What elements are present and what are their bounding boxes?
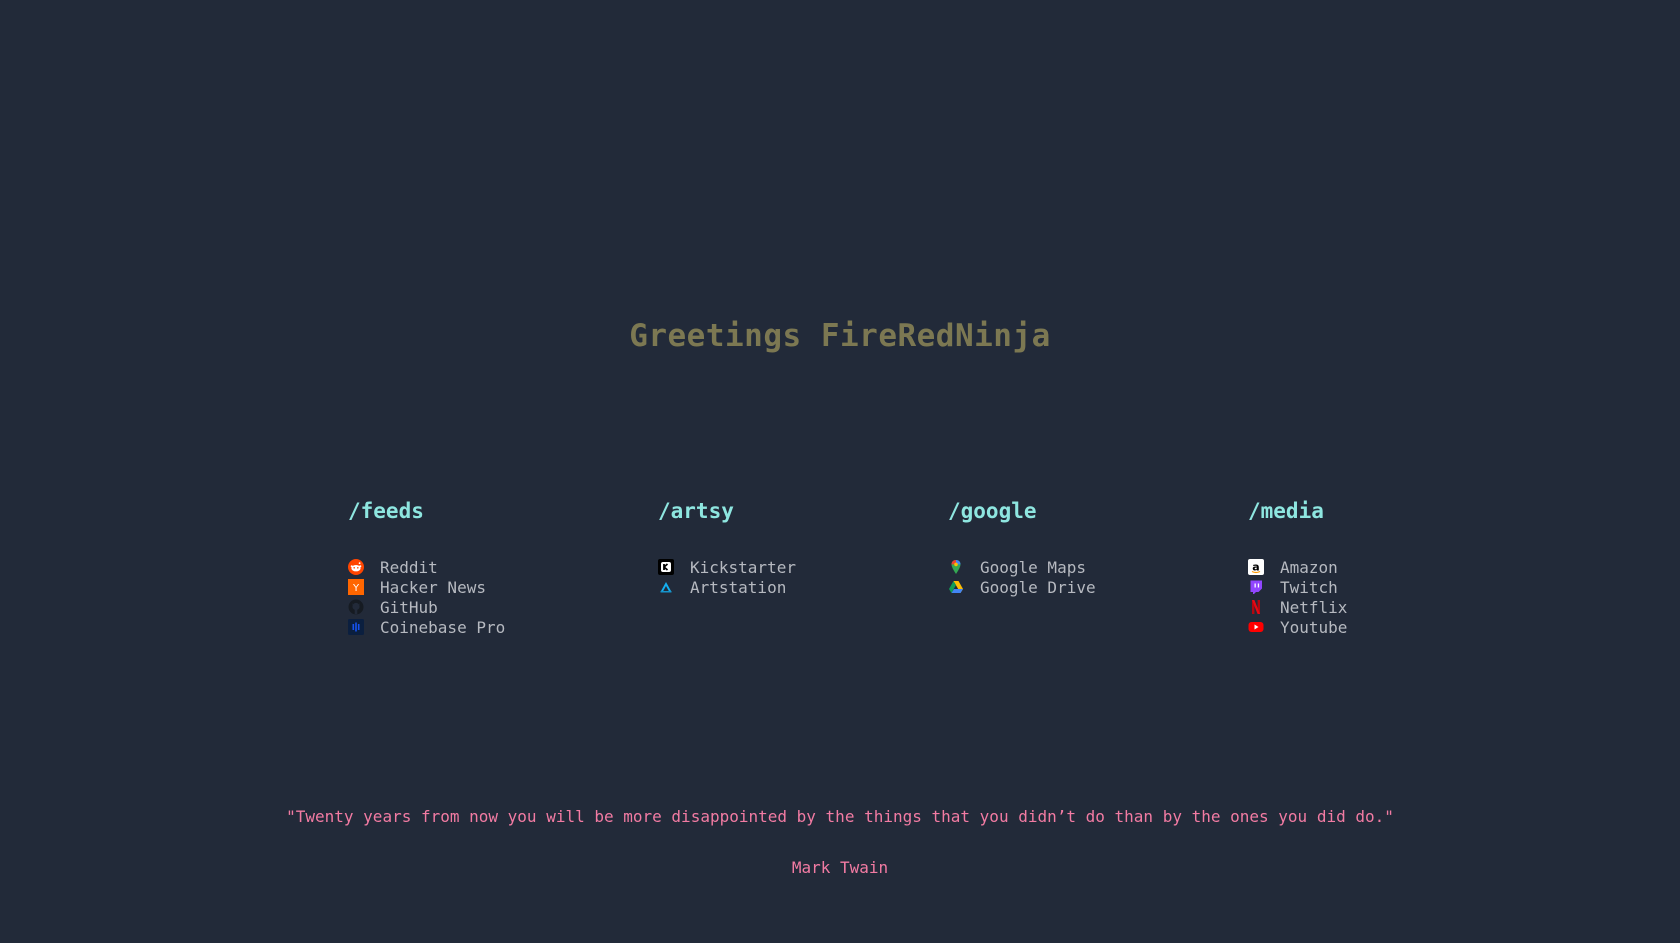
link-label-kickstarter: Kickstarter [690, 557, 796, 577]
link-label-youtube: Youtube [1280, 617, 1348, 637]
link-list-feeds: Reddit Y Hacker News GitHub Coinebase Pr… [348, 557, 505, 637]
youtube-icon [1248, 619, 1264, 635]
link-youtube[interactable]: Youtube [1248, 617, 1347, 637]
amazon-icon: a [1248, 559, 1264, 575]
quote-text: "Twenty years from now you will be more … [286, 807, 1394, 826]
quote-author: Mark Twain [791, 858, 889, 877]
column-google: /google Google Maps Google Drive [948, 496, 1096, 597]
artstation-icon [658, 579, 674, 595]
netflix-icon [1248, 599, 1264, 615]
link-label-netflix: Netflix [1280, 597, 1348, 617]
link-hacker-news[interactable]: Y Hacker News [348, 577, 505, 597]
coinbase-pro-icon [348, 619, 364, 635]
link-label-hacker-news: Hacker News [380, 577, 486, 597]
link-artstation[interactable]: Artstation [658, 577, 796, 597]
greeting-title: Greetings FireRedNinja [629, 318, 1051, 354]
google-maps-icon [948, 559, 964, 575]
link-list-google: Google Maps Google Drive [948, 557, 1096, 597]
hacker-news-icon: Y [348, 579, 364, 595]
twitch-icon [1248, 579, 1264, 595]
column-feeds: /feeds Reddit Y Hacker News GitHub Coine… [348, 496, 505, 637]
svg-text:Y: Y [352, 583, 360, 594]
link-reddit[interactable]: Reddit [348, 557, 505, 577]
column-media: /media a Amazon Twitch Netflix Youtube [1248, 496, 1347, 637]
link-label-google-maps: Google Maps [980, 557, 1086, 577]
link-label-artstation: Artstation [690, 577, 787, 597]
link-label-amazon: Amazon [1280, 557, 1338, 577]
link-twitch[interactable]: Twitch [1248, 577, 1347, 597]
link-label-twitch: Twitch [1280, 577, 1338, 597]
link-google-maps[interactable]: Google Maps [948, 557, 1096, 577]
reddit-icon [348, 559, 364, 575]
column-title-artsy: /artsy [658, 499, 734, 523]
link-google-drive[interactable]: Google Drive [948, 577, 1096, 597]
column-title-media: /media [1248, 499, 1324, 523]
link-amazon[interactable]: a Amazon [1248, 557, 1347, 577]
link-label-reddit: Reddit [380, 557, 438, 577]
link-list-media: a Amazon Twitch Netflix Youtube [1248, 557, 1347, 637]
link-kickstarter[interactable]: Kickstarter [658, 557, 796, 577]
column-title-google: /google [948, 499, 1037, 523]
column-artsy: /artsy Kickstarter Artstation [658, 496, 796, 597]
link-label-coinbase-pro: Coinebase Pro [380, 617, 506, 637]
kickstarter-icon [658, 559, 674, 575]
link-coinbase-pro[interactable]: Coinebase Pro [348, 617, 505, 637]
link-list-artsy: Kickstarter Artstation [658, 557, 796, 597]
google-drive-icon [948, 579, 964, 595]
link-label-github: GitHub [380, 597, 438, 617]
link-github[interactable]: GitHub [348, 597, 505, 617]
link-label-google-drive: Google Drive [980, 577, 1096, 597]
github-icon [348, 599, 364, 615]
column-title-feeds: /feeds [348, 499, 424, 523]
link-netflix[interactable]: Netflix [1248, 597, 1347, 617]
